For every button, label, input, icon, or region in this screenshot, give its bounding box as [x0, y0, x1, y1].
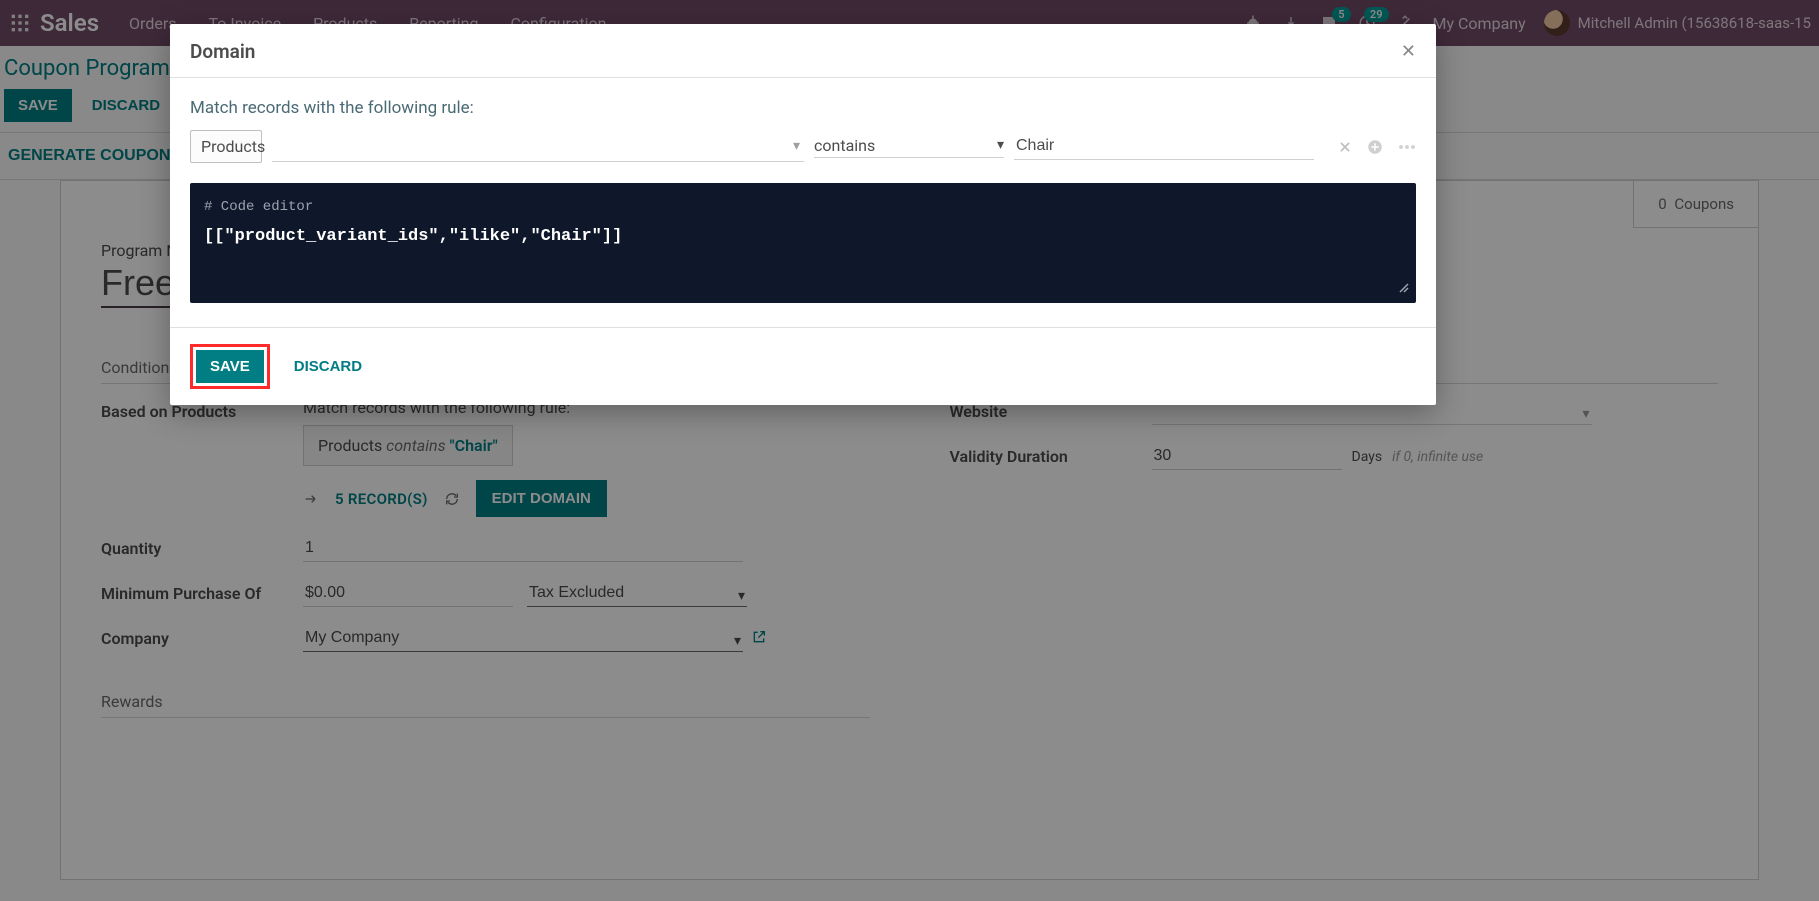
code-editor[interactable]: # Code editor [["product_variant_ids","i…: [190, 183, 1416, 303]
caret-down-icon: ▾: [793, 138, 800, 154]
more-rule-icon[interactable]: [1398, 144, 1416, 150]
rule-operator-label: contains: [814, 136, 997, 155]
modal-title: Domain: [190, 40, 255, 63]
save-highlight: SAVE: [190, 344, 270, 389]
code-editor-comment: # Code editor: [204, 199, 1402, 215]
modal-save-button[interactable]: SAVE: [196, 350, 264, 383]
add-rule-icon[interactable]: [1366, 138, 1384, 156]
modal-intro: Match records with the following rule:: [190, 98, 1416, 118]
rule-field-area[interactable]: ▾: [272, 132, 804, 162]
code-editor-content: [["product_variant_ids","ilike","Chair"]…: [204, 227, 622, 246]
modal-discard-button[interactable]: DISCARD: [288, 350, 368, 383]
domain-rule-row: Products ▾ contains ▾: [190, 130, 1416, 163]
rule-value-input[interactable]: [1014, 133, 1314, 160]
resize-handle-icon[interactable]: [1398, 282, 1410, 299]
delete-rule-icon[interactable]: [1338, 140, 1352, 154]
close-icon[interactable]: ✕: [1401, 41, 1416, 62]
rule-field-select[interactable]: Products: [190, 130, 262, 163]
domain-modal: Domain ✕ Match records with the followin…: [170, 24, 1436, 405]
caret-down-icon: ▾: [997, 137, 1004, 153]
rule-operator-select[interactable]: contains ▾: [814, 136, 1004, 158]
